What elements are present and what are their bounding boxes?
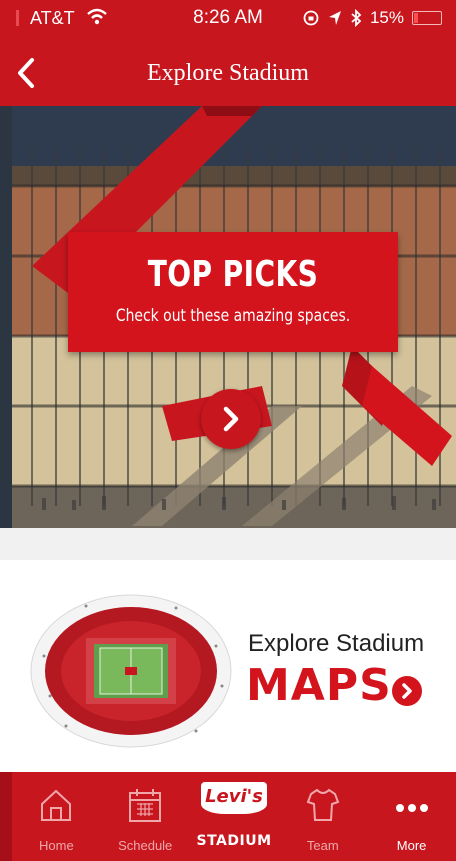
explore-maps-card[interactable]: Explore Stadium MAPS: [0, 560, 456, 772]
tab-label-stadium: STADIUM: [196, 833, 272, 849]
tab-schedule[interactable]: Schedule: [101, 772, 190, 861]
bluetooth-icon: [351, 9, 362, 27]
top-picks-panel: TOP PICKS Check out these amazing spaces…: [68, 232, 398, 352]
location-icon: [328, 11, 341, 25]
battery-level: [414, 13, 418, 23]
calendar-icon: [129, 789, 162, 822]
tab-label-team: Team: [306, 838, 339, 853]
tab-label-home: Home: [39, 838, 74, 853]
tab-bar: Home Schedule Levi's STADIUM Team More: [12, 772, 456, 861]
hero-subtitle: Check out these amazing spaces.: [115, 306, 351, 326]
tabbar-edge: [0, 772, 12, 861]
top-picks-banner[interactable]: TOP PICKS Check out these amazing spaces…: [12, 106, 456, 528]
page-title: Explore Stadium: [147, 60, 309, 86]
orientation-lock-icon: [303, 10, 319, 26]
levis-logo: Levi's: [200, 782, 267, 814]
home-icon: [41, 789, 72, 821]
maps-go-button[interactable]: [392, 676, 422, 706]
status-right: 15%: [302, 8, 442, 28]
battery-icon: [412, 11, 442, 25]
tab-label-more: More: [396, 838, 427, 853]
chevron-right-icon: [223, 406, 239, 432]
status-bar: AT&T 8:26 AM 15%: [0, 0, 456, 36]
chevron-right-icon: [402, 683, 412, 699]
stadium-map-thumbnail: [30, 594, 232, 748]
section-divider: [0, 528, 456, 560]
tab-label-schedule: Schedule: [118, 838, 173, 853]
nav-bar: Explore Stadium: [0, 44, 456, 104]
app-header: AT&T 8:26 AM 15% Explore Stadium: [0, 0, 456, 106]
hero-title: TOP PICKS: [147, 254, 319, 295]
jersey-icon: [306, 788, 340, 821]
maps-title: MAPS: [246, 660, 392, 711]
tab-stadium[interactable]: Levi's STADIUM: [190, 772, 279, 861]
tab-home[interactable]: Home: [12, 772, 101, 861]
top-picks-go-button[interactable]: [201, 389, 261, 449]
tab-more[interactable]: More: [367, 772, 456, 861]
tab-team[interactable]: Team: [278, 772, 367, 861]
more-icon: [395, 804, 428, 812]
maps-headline: Explore Stadium: [248, 630, 425, 657]
hero-edge: [0, 106, 12, 528]
battery-percent: 15%: [369, 8, 404, 27]
